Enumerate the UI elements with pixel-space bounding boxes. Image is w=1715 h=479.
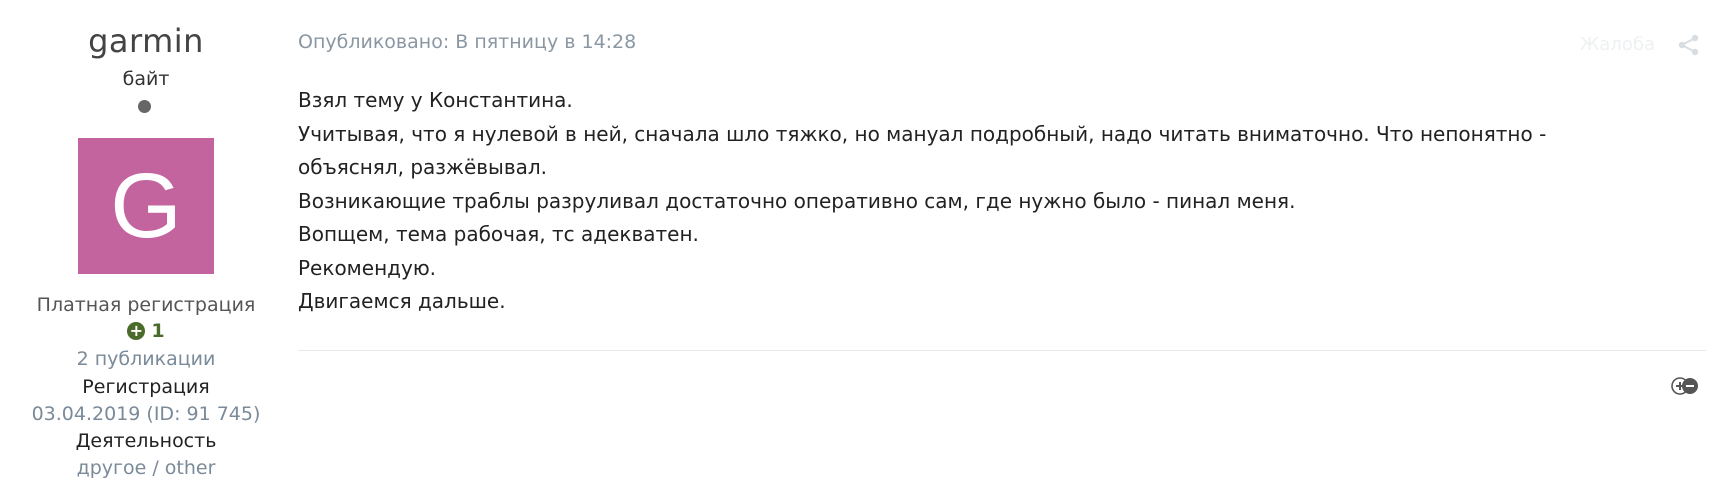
post-line: Двигаемся дальше.: [298, 289, 506, 313]
author-name[interactable]: garmin: [0, 22, 292, 60]
post-date: Опубликовано: В пятницу в 14:28: [298, 31, 637, 53]
post-line: объяснял, разжёвывал.: [298, 155, 548, 179]
online-status-icon: [138, 100, 151, 113]
reaction-icon[interactable]: [1670, 376, 1700, 396]
author-title: байт: [122, 68, 170, 90]
post-line: Возникающие траблы разруливал достаточно…: [298, 188, 1296, 213]
activity-value: другое / other: [76, 457, 216, 479]
post-divider: [298, 350, 1706, 351]
posts-count[interactable]: 2 публикации: [0, 348, 292, 370]
post-line: Рекомендую.: [298, 255, 437, 280]
reputation-value: 1: [151, 320, 165, 342]
activity-label: Деятельность: [75, 430, 217, 452]
post-line: Вопщем, тема рабочая, тс адекватен.: [298, 222, 699, 246]
plus-circle-icon: +: [127, 322, 146, 340]
author-panel: garmin байт G Платная регистрация +1 2 п…: [0, 0, 292, 479]
share-icon[interactable]: [1677, 34, 1701, 56]
user-group: Платная регистрация: [36, 294, 256, 316]
reputation-badge: +1: [0, 320, 292, 342]
registration-label: Регистрация: [82, 376, 210, 398]
post-line: Взял тему у Константина.: [298, 88, 573, 112]
post-content: Взял тему у Константина. Учитывая, что я…: [298, 84, 1688, 319]
report-link[interactable]: Жалоба: [1580, 34, 1655, 55]
avatar[interactable]: G: [78, 138, 214, 274]
registration-value: 03.04.2019 (ID: 91 745): [31, 403, 261, 425]
post-line: Учитывая, что я нулевой в ней, сначала ш…: [298, 121, 1547, 146]
